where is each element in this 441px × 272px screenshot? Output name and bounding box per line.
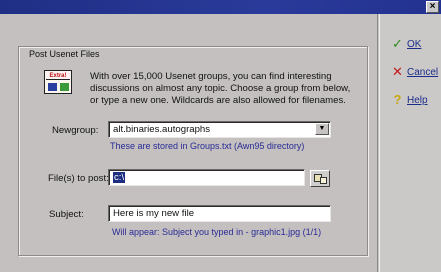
usenet-files-icon: Extra!: [44, 70, 72, 94]
icon-picture-blue: [48, 83, 57, 91]
cancel-label: Cancel: [407, 66, 439, 78]
info-text: With over 15,000 Usenet groups, you can …: [90, 71, 351, 106]
cancel-x-icon: ✕: [392, 64, 403, 79]
newsgroup-label: Newgroup:: [52, 125, 99, 136]
chevron-down-icon[interactable]: ▼: [315, 123, 329, 135]
files-value: c:\: [113, 172, 126, 183]
browse-folder-icon[interactable]: [310, 170, 330, 187]
action-pane: [379, 14, 441, 272]
check-icon: ✓: [392, 36, 403, 51]
files-label: File(s) to post:: [48, 173, 109, 184]
subject-input[interactable]: Here is my new file: [108, 205, 331, 222]
subject-hint: Will appear: Subject you typed in - grap…: [112, 227, 322, 237]
help-button[interactable]: ? Help: [391, 92, 428, 107]
question-mark-icon: ?: [393, 92, 402, 107]
files-input[interactable]: c:\: [108, 169, 305, 186]
newsgroup-value: alt.binaries.autographs: [113, 124, 211, 135]
close-icon[interactable]: ×: [426, 1, 439, 13]
icon-picture-green: [60, 83, 69, 91]
group-title: Post Usenet Files: [26, 49, 103, 59]
ok-button[interactable]: ✓ OK: [391, 36, 422, 51]
title-bar: ×: [0, 0, 441, 14]
help-label: Help: [407, 94, 428, 106]
subject-value: Here is my new file: [113, 208, 195, 219]
newsgroup-hint: These are stored in Groups.txt (Awn95 di…: [110, 141, 305, 151]
icon-caption: Extra!: [46, 72, 70, 80]
ok-label: OK: [407, 38, 422, 50]
cancel-button[interactable]: ✕ Cancel: [391, 64, 439, 79]
newsgroup-select[interactable]: alt.binaries.autographs ▼: [108, 121, 331, 138]
folder-front-shape: [320, 177, 327, 184]
subject-label: Subject:: [49, 209, 84, 220]
